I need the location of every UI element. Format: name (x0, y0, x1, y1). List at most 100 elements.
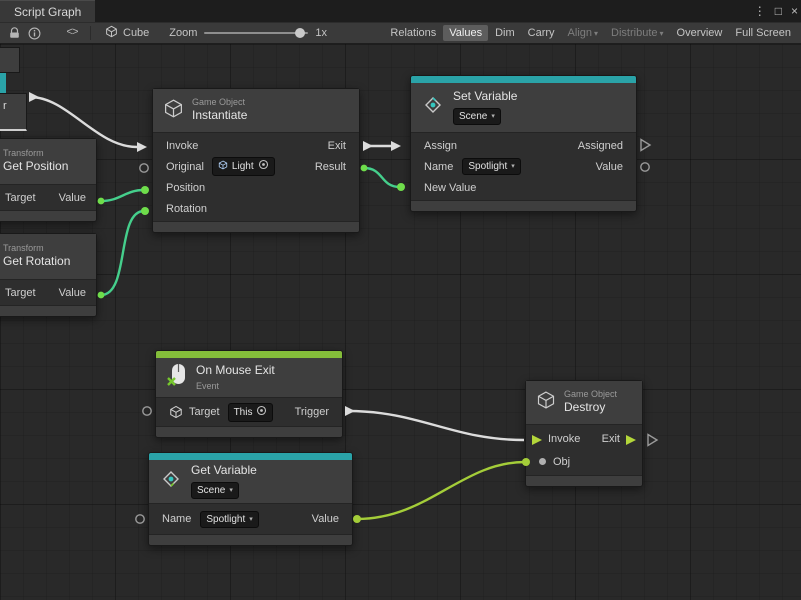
cube-icon (163, 98, 184, 124)
mouse-exit-icon (166, 362, 188, 393)
port-original-label: Original (166, 161, 204, 173)
node-get-position[interactable]: Transform Get Position Target Value (0, 138, 97, 222)
tab-title: Script Graph (14, 5, 81, 19)
port-invoke-label: Invoke (166, 140, 198, 152)
tab-bar: Script Graph ⋮ □ × (0, 0, 801, 22)
port-name-label: Name (162, 513, 191, 525)
node-destroy[interactable]: Game Object Destroy Invoke Exit Obj (525, 380, 643, 487)
event-accent-bar (156, 351, 342, 358)
port-position-label: Position (166, 182, 205, 194)
node-subtitle: Event (196, 382, 275, 391)
node-category: Game Object (192, 98, 247, 107)
variable-name-dropdown[interactable]: Spotlight ▾ (462, 158, 520, 175)
port-value-label: Value (596, 161, 623, 173)
close-icon[interactable]: × (791, 4, 798, 18)
port-result-label: Result (315, 161, 346, 173)
object-picker-icon[interactable] (258, 159, 269, 174)
values-toggle[interactable]: Values (443, 25, 488, 41)
zoom-label: Zoom (169, 27, 197, 39)
node-set-variable[interactable]: Set Variable Scene ▾ Assign Assigned Nam… (410, 75, 637, 212)
variable-scope-dropdown[interactable]: Scene ▾ (191, 482, 239, 499)
node-footer (411, 200, 636, 211)
clipped-port-label: r (0, 94, 26, 112)
node-footer (526, 475, 642, 486)
chevron-down-icon: ▾ (660, 29, 664, 38)
distribute-dropdown[interactable]: Distribute▾ (605, 25, 669, 41)
cube-icon (169, 405, 183, 419)
port-obj-label: Obj (553, 456, 570, 468)
node-title: Instantiate (192, 109, 247, 123)
port-exit-label: Exit (328, 140, 346, 152)
port-new-value-label: New Value (424, 182, 476, 194)
object-field-this[interactable]: This (228, 403, 274, 422)
node-category: Game Object (564, 390, 617, 399)
node-category: Transform (3, 149, 68, 158)
port-obj-dot (539, 458, 546, 465)
port-assign-label: Assign (424, 140, 457, 152)
node-get-rotation[interactable]: Transform Get Rotation Target Value (0, 233, 97, 317)
clipped-node-fragment[interactable]: r (0, 93, 27, 131)
kebab-menu-icon[interactable]: ⋮ (754, 4, 766, 18)
port-value-label: Value (312, 513, 339, 525)
node-on-mouse-exit[interactable]: On Mouse Exit Event Target This (155, 350, 343, 438)
carry-toggle[interactable]: Carry (522, 25, 561, 41)
port-assigned-label: Assigned (578, 140, 623, 152)
dim-toggle[interactable]: Dim (489, 25, 521, 41)
node-instantiate[interactable]: Game Object Instantiate Invoke Exit Orig… (152, 88, 360, 233)
node-category: Transform (3, 244, 70, 253)
align-dropdown[interactable]: Align▾ (562, 25, 604, 41)
port-value-label: Value (59, 192, 86, 204)
node-title: On Mouse Exit (196, 364, 275, 378)
light-object-icon (218, 160, 228, 174)
port-name-label: Name (424, 161, 453, 173)
maximize-icon[interactable]: □ (775, 4, 782, 18)
chevron-down-icon: ▾ (511, 160, 515, 173)
object-field-light[interactable]: Light (212, 157, 275, 176)
lock-icon[interactable] (4, 24, 24, 42)
variable-name-dropdown[interactable]: Spotlight ▾ (200, 511, 258, 528)
variable-accent-bar (411, 76, 636, 83)
node-title: Destroy (564, 401, 617, 415)
clipped-node-accent-fragment (0, 73, 6, 93)
zoom-slider[interactable] (204, 32, 308, 34)
context-label: Cube (123, 27, 149, 39)
chevron-down-icon: ▾ (594, 29, 598, 38)
fullscreen-button[interactable]: Full Screen (729, 25, 797, 41)
set-variable-icon (421, 93, 445, 122)
port-invoke-label: Invoke (548, 433, 580, 445)
port-trigger-label: Trigger (295, 406, 329, 418)
port-value-label: Value (59, 287, 86, 299)
script-graph-window: Script Graph ⋮ □ × <> Cube Zoom (0, 0, 801, 600)
port-exit-label: Exit (602, 433, 620, 445)
zoom-value: 1x (315, 27, 327, 39)
node-footer (0, 210, 96, 221)
node-footer (0, 305, 96, 316)
overview-button[interactable]: Overview (671, 25, 729, 41)
graph-canvas[interactable]: r Transform Get Position Target Value (0, 44, 801, 600)
port-target-label: Target (5, 287, 36, 299)
object-picker-icon[interactable] (256, 405, 267, 420)
variable-accent-bar (149, 453, 352, 460)
node-title: Get Variable (191, 464, 257, 478)
port-target-label: Target (189, 406, 220, 418)
code-view-icon[interactable]: <> (62, 24, 82, 42)
node-footer (156, 426, 342, 437)
chevron-down-icon: ▾ (491, 110, 495, 123)
graph-toolbar: <> Cube Zoom 1x Relations Values Dim Car… (0, 22, 801, 44)
object-field-value: Light (232, 160, 254, 173)
node-title: Get Rotation (3, 255, 70, 269)
zoom-slider-handle[interactable] (295, 28, 305, 38)
tab-script-graph[interactable]: Script Graph (0, 0, 95, 22)
node-footer (153, 221, 359, 232)
chevron-down-icon: ▾ (249, 513, 253, 526)
node-title: Set Variable (453, 90, 517, 104)
clipped-node-fragment[interactable] (0, 47, 20, 73)
chevron-down-icon: ▾ (229, 484, 233, 497)
get-variable-icon (159, 467, 183, 496)
info-icon[interactable] (24, 24, 44, 42)
node-get-variable[interactable]: Get Variable Scene ▾ Name Spotlight ▾ Va… (148, 452, 353, 546)
port-target-label: Target (5, 192, 36, 204)
relations-toggle[interactable]: Relations (384, 25, 442, 41)
variable-scope-dropdown[interactable]: Scene ▾ (453, 108, 501, 125)
context-gameobject-button[interactable]: Cube (99, 25, 155, 41)
